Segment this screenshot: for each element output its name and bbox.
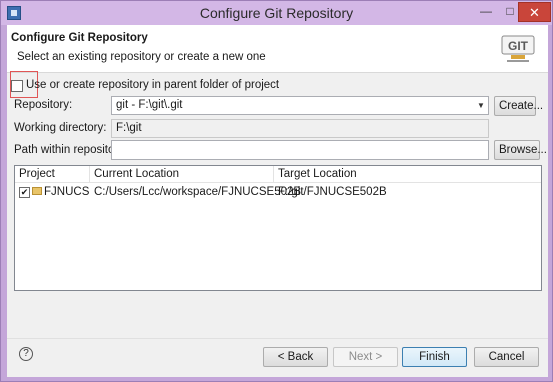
repository-combo[interactable]: git - F:\git\.git ▼ xyxy=(111,96,489,115)
repository-value: git - F:\git\.git xyxy=(116,99,183,111)
footer-divider xyxy=(7,338,548,339)
back-button[interactable]: < Back xyxy=(263,347,328,367)
repository-label: Repository: xyxy=(14,99,73,111)
close-button[interactable]: ✕ xyxy=(518,2,551,22)
browse-button[interactable]: Browse... xyxy=(494,140,547,160)
parent-folder-checkbox[interactable] xyxy=(11,80,23,92)
next-button[interactable]: Next > xyxy=(333,347,398,367)
cancel-button[interactable]: Cancel xyxy=(474,347,539,367)
title-bar[interactable]: Configure Git Repository — □ ✕ xyxy=(1,1,552,25)
page-title: Configure Git Repository xyxy=(11,32,148,44)
path-within-repo-input[interactable] xyxy=(111,140,489,160)
minimize-button[interactable]: — xyxy=(473,2,499,22)
working-directory-label: Working directory: xyxy=(14,122,107,134)
row-project: FJNUCS... xyxy=(44,186,90,198)
help-icon[interactable]: ? xyxy=(19,347,33,361)
working-directory-field: F:\git xyxy=(111,119,489,138)
create-button[interactable]: Create... xyxy=(494,96,543,116)
dialog-window: Configure Git Repository — □ ✕ Configure… xyxy=(0,0,553,382)
projects-table[interactable]: Project Current Location Target Location… xyxy=(14,165,542,291)
chevron-down-icon[interactable]: ▼ xyxy=(474,97,488,114)
column-header-project[interactable]: Project xyxy=(15,166,90,183)
row-current-location: C:/Users/Lcc/workspace/FJNUCSE502B xyxy=(94,186,302,198)
page-description: Select an existing repository or create … xyxy=(17,51,266,63)
git-logo-icon: GIT xyxy=(501,35,535,62)
finish-button[interactable]: Finish xyxy=(402,347,467,367)
wizard-header: Configure Git Repository Select an exist… xyxy=(7,25,548,73)
column-header-target-location[interactable]: Target Location xyxy=(274,166,541,183)
window-title: Configure Git Repository xyxy=(199,5,354,21)
column-header-current-location[interactable]: Current Location xyxy=(90,166,274,183)
git-logo-text: GIT xyxy=(508,39,529,53)
dialog-body: Configure Git Repository Select an exist… xyxy=(7,25,548,377)
row-target-location: F:/git/FJNUCSE502B xyxy=(278,186,387,198)
parent-folder-label: Use or create repository in parent folde… xyxy=(26,79,280,91)
row-checkbox[interactable]: ✔ xyxy=(19,187,30,198)
